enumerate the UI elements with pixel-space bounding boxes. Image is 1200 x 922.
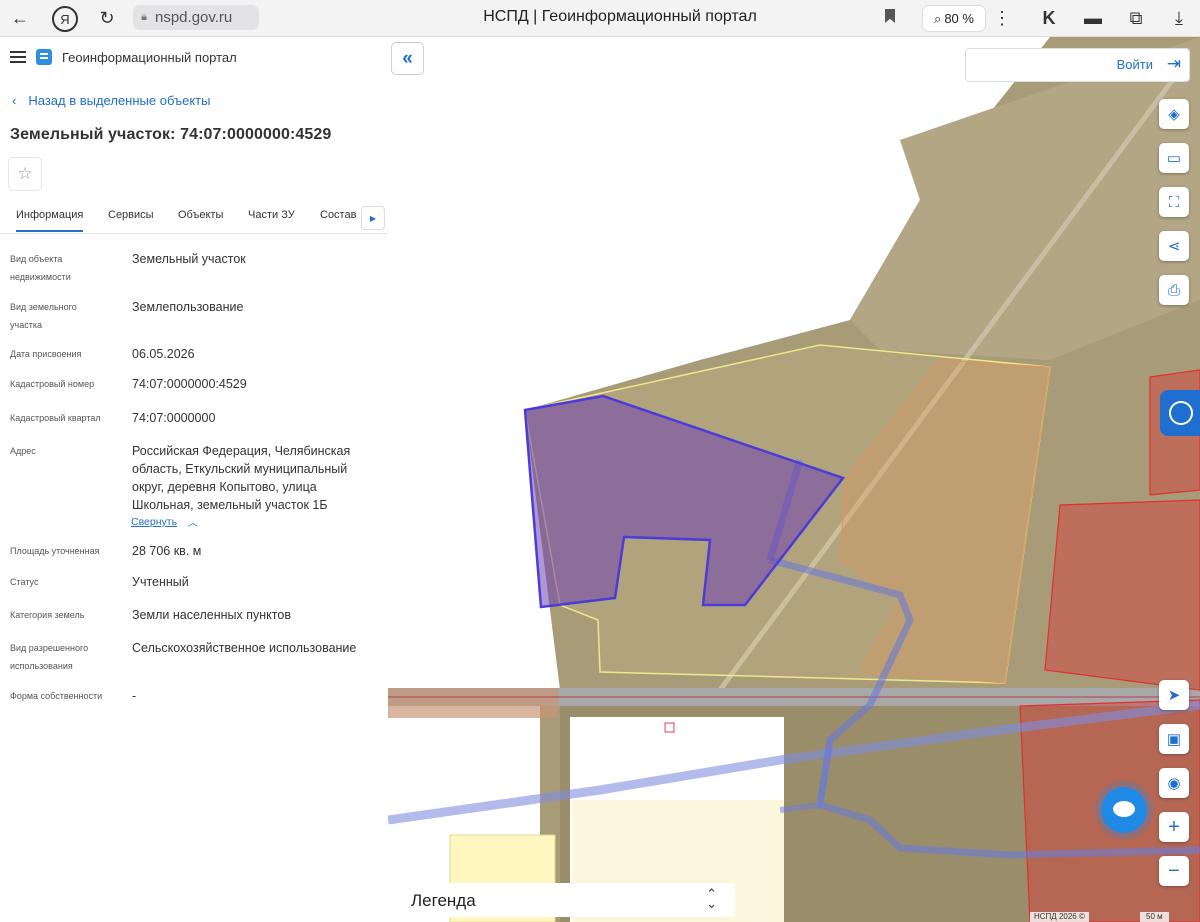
login-icon: ⇥	[1166, 54, 1181, 73]
ruler-icon[interactable]: ▭	[1159, 143, 1189, 173]
property-value: 06.05.2026	[132, 347, 195, 361]
locate-icon[interactable]: ➤	[1159, 680, 1189, 710]
browser-toolbar: ← Я ↻ 🔒︎ nspd.gov.ru НСПД | Геоинформаци…	[0, 0, 1200, 37]
tab-services[interactable]: Сервисы	[108, 207, 154, 230]
zoom-indicator[interactable]: ⌕ 80 %	[922, 5, 986, 32]
back-link-label: Назад в выделенные объекты	[28, 93, 211, 108]
property-value: Сельскохозяйственное использование	[132, 641, 357, 655]
zoom-in-button[interactable]: +	[1159, 812, 1189, 842]
collapse-link[interactable]: Свернуть	[131, 516, 177, 528]
lock-icon: 🔒︎	[141, 11, 147, 23]
collapse-panel-button[interactable]: «	[391, 42, 424, 75]
reload-icon[interactable]: ↻	[95, 6, 119, 30]
property-value: Землепользование	[132, 300, 244, 314]
back-arrow-icon[interactable]: ←	[8, 6, 32, 30]
property-key: Адрес	[10, 446, 36, 456]
chevron-left-icon: ‹	[12, 93, 17, 108]
more-menu-icon[interactable]: ⋮	[990, 6, 1014, 30]
map-layers	[388, 37, 1200, 922]
property-key: Кадастровый квартал	[10, 413, 101, 423]
page-title: Земельный участок: 74:07:0000000:4529	[10, 126, 332, 143]
tab-parts[interactable]: Части ЗУ	[248, 207, 295, 230]
app-title: Геоинформационный портал	[62, 49, 237, 65]
zoom-out-button[interactable]: −	[1159, 856, 1189, 886]
property-value: Земельный участок	[132, 252, 246, 266]
browser-tab-title: НСПД | Геоинформационный портал	[483, 8, 757, 25]
map-attribution: НСПД 2026 ©	[1030, 912, 1089, 922]
scale-bar: 50 м	[1140, 912, 1169, 922]
property-value: 28 706 кв. м	[132, 544, 202, 558]
property-key: Вид земельного участка	[10, 302, 77, 330]
print-icon[interactable]: ⎙	[1159, 275, 1189, 305]
property-key: Дата присвоения	[10, 349, 82, 359]
expand-icon: ⌃ ⌄	[706, 886, 717, 911]
property-key: Статус	[10, 577, 39, 587]
download-icon[interactable]: ⤓	[1167, 6, 1191, 30]
property-key: Площадь уточненная	[10, 546, 100, 556]
property-value: -	[132, 689, 137, 703]
minimap-icon[interactable]: ▣	[1159, 724, 1189, 754]
portal-logo-icon	[36, 49, 52, 65]
map-view[interactable]	[388, 37, 1200, 922]
yandex-icon[interactable]: Я	[52, 6, 78, 32]
login-button[interactable]: Войти ⇥	[965, 48, 1190, 82]
property-key: Форма собственности	[10, 691, 103, 701]
property-value: Российская Федерация, Челябинская област…	[132, 444, 351, 512]
property-value: Учтенный	[132, 575, 189, 589]
property-key: Кадастровый номер	[10, 379, 95, 389]
legend-toggle[interactable]: Легенда ⌃ ⌄	[398, 883, 735, 917]
layers-icon[interactable]: ◈	[1159, 99, 1189, 129]
tabs-scroll-right-button[interactable]: ▶	[361, 206, 385, 230]
tab-composition[interactable]: Состав	[320, 207, 356, 230]
zoom-value: 80 %	[944, 11, 974, 26]
share-icon[interactable]: ⋖	[1159, 231, 1189, 261]
tab-information[interactable]: Информация	[16, 207, 84, 232]
area-select-icon[interactable]: ⛶	[1159, 187, 1189, 217]
location-pin-icon[interactable]: ◉	[1159, 768, 1189, 798]
property-key: Категория земель	[10, 610, 85, 620]
property-key: Вид объекта недвижимости	[10, 254, 71, 282]
tab-bar: Информация Сервисы Объекты Части ЗУ Сост…	[0, 203, 388, 234]
property-value: 74:07:0000000:4529	[132, 377, 247, 391]
chevron-up-icon: ︿	[188, 518, 198, 529]
zoom-icon: ⌕	[934, 10, 942, 26]
login-label: Войти	[1116, 57, 1153, 72]
chat-button[interactable]	[1101, 787, 1147, 833]
property-value: 74:07:0000000	[132, 411, 216, 425]
side-tab-icon[interactable]	[1160, 390, 1200, 436]
red-zone	[1044, 499, 1200, 691]
extension-shield-icon[interactable]: ▬	[1081, 6, 1105, 30]
property-value: Земли населенных пунктов	[132, 608, 291, 622]
extension-puzzle-icon[interactable]: ⧉	[1124, 6, 1148, 30]
address-bar[interactable]: 🔒︎ nspd.gov.ru	[133, 5, 259, 30]
info-panel: Геоинформационный портал ‹ Назад в выдел…	[0, 37, 388, 922]
favorite-star-button[interactable]: ☆	[8, 157, 42, 191]
address-text: nspd.gov.ru	[155, 9, 233, 26]
property-key: Вид разрешенного использования	[10, 643, 89, 671]
legend-label: Легенда	[411, 891, 476, 910]
menu-icon[interactable]	[10, 51, 26, 63]
back-to-selected-link[interactable]: ‹ Назад в выделенные объекты	[12, 93, 210, 108]
panel-header: Геоинформационный портал	[10, 49, 237, 65]
extension-k-icon[interactable]: K	[1037, 6, 1061, 30]
tab-objects[interactable]: Объекты	[178, 207, 223, 230]
